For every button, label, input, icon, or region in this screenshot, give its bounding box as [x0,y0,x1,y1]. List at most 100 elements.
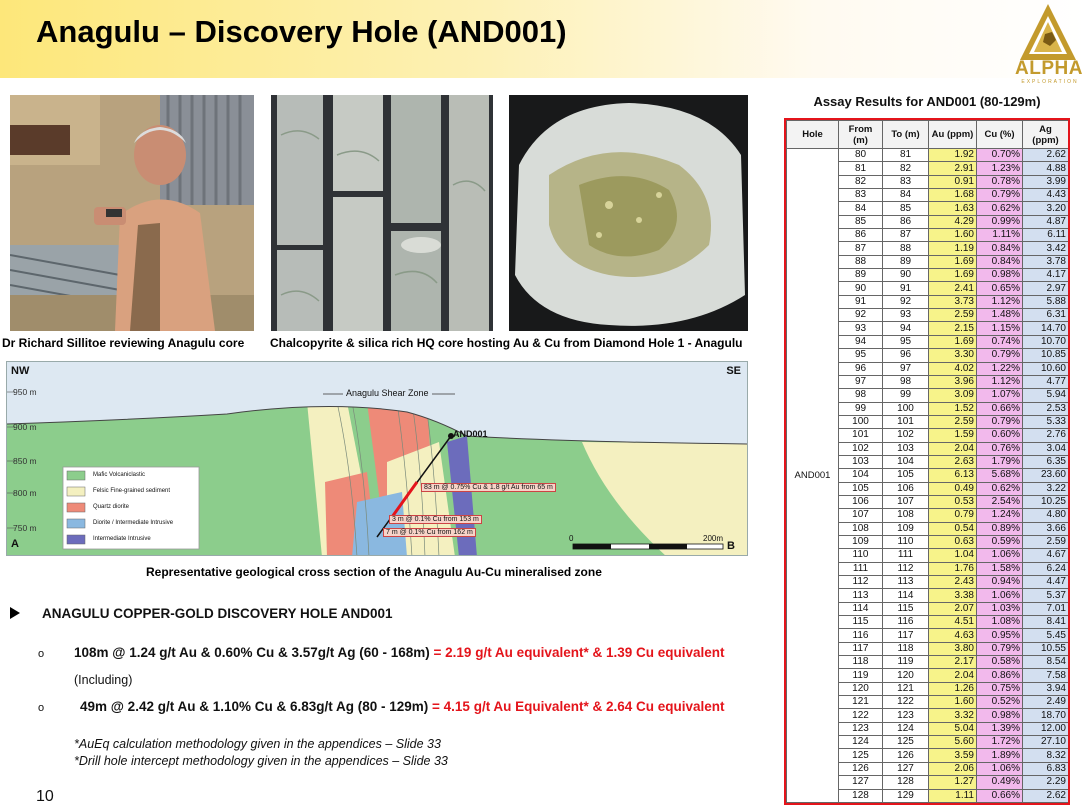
cu-cell: 1.12% [976,374,1023,390]
ag-cell: 3.22 [1022,481,1068,496]
cu-cell: 0.79% [976,641,1023,657]
photo-chalcopyrite-specimen [509,95,748,331]
au-cell: 2.41 [928,281,977,296]
from-cell: 121 [838,695,883,710]
to-cell: 123 [882,708,929,723]
circle-bullet-icon: o [38,702,45,714]
to-cell: 103 [882,441,929,456]
ag-cell: 10.70 [1022,334,1068,350]
au-cell: 1.76 [928,561,977,577]
to-cell: 114 [882,588,929,603]
to-cell: 104 [882,454,929,470]
to-cell: 128 [882,775,929,790]
cross-section-caption: Representative geological cross section … [146,565,602,579]
cu-cell: 1.12% [976,294,1023,310]
cu-cell: 1.03% [976,601,1023,617]
cu-cell: 0.70% [976,147,1023,163]
from-cell: 87 [838,241,883,256]
au-cell: 1.69 [928,334,977,350]
cu-cell: 0.74% [976,334,1023,350]
legend-label-diorite: Diorite / Intermediate Intrusive [93,520,174,526]
au-cell: 1.68 [928,188,977,203]
to-cell: 119 [882,655,929,670]
to-cell: 127 [882,761,929,777]
ag-cell: 6.31 [1022,308,1068,323]
au-cell: 0.79 [928,508,977,523]
ag-cell: 6.35 [1022,454,1068,470]
ag-cell: 2.76 [1022,428,1068,443]
cu-cell: 1.06% [976,761,1023,777]
ag-cell: 2.49 [1022,695,1068,710]
to-cell: 88 [882,241,929,256]
to-cell: 112 [882,561,929,577]
to-cell: 110 [882,534,929,550]
ag-cell: 7.58 [1022,668,1068,683]
result-1-text: 108m @ 1.24 g/t Au & 0.60% Cu & 3.57g/t … [74,645,430,660]
au-cell: 3.73 [928,294,977,310]
to-cell: 91 [882,281,929,296]
ag-cell: 6.11 [1022,228,1068,243]
ag-cell: 3.66 [1022,521,1068,536]
au-cell: 1.26 [928,681,977,697]
from-cell: 85 [838,214,883,230]
au-cell: 0.54 [928,521,977,536]
au-cell: 0.63 [928,534,977,550]
au-cell: 1.59 [928,428,977,443]
to-cell: 83 [882,174,929,190]
from-cell: 114 [838,601,883,617]
cu-cell: 1.48% [976,308,1023,323]
from-cell: 112 [838,574,883,590]
including-label: (Including) [74,673,133,687]
result-line-2: 49m @ 2.42 g/t Au & 1.10% Cu & 6.83g/t A… [80,699,725,714]
assay-table-frame: Hole From (m) To (m) Au (ppm) Cu (%) Ag … [784,118,1070,805]
ag-cell: 12.00 [1022,721,1068,737]
from-cell: 81 [838,161,883,176]
photo-caption-1: Dr Richard Sillitoe reviewing Anagulu co… [2,336,245,350]
shear-zone-label: Anagulu Shear Zone [343,388,432,398]
table-row: AND001 80 81 1.92 0.70% 2.62 [786,147,1068,803]
to-cell: 98 [882,374,929,390]
au-cell: 5.04 [928,721,977,737]
au-cell: 4.02 [928,361,977,376]
cu-cell: 0.84% [976,241,1023,256]
to-cell: 86 [882,214,929,230]
ag-cell: 5.94 [1022,388,1068,403]
from-cell: 93 [838,321,883,336]
au-cell: 2.63 [928,454,977,470]
au-cell: 3.96 [928,374,977,390]
discovery-heading: ANAGULU COPPER-GOLD DISCOVERY HOLE AND00… [10,606,393,621]
from-cell: 113 [838,588,883,603]
cu-cell: 0.78% [976,174,1023,190]
legend-label-quartz-diorite: Quartz diorite [93,504,130,510]
au-cell: 1.92 [928,147,977,163]
ag-cell: 5.33 [1022,414,1068,430]
ag-cell: 5.45 [1022,628,1068,643]
from-cell: 99 [838,401,883,416]
to-cell: 90 [882,268,929,283]
result-line-1: 108m @ 1.24 g/t Au & 0.60% Cu & 3.57g/t … [74,645,725,660]
scale-start-label: 0 [569,534,574,543]
ag-cell: 10.25 [1022,494,1068,510]
au-cell: 2.59 [928,414,977,430]
to-cell: 102 [882,428,929,443]
ag-cell: 4.87 [1022,214,1068,230]
from-cell: 97 [838,374,883,390]
cu-cell: 0.79% [976,188,1023,203]
legend-label-mafic: Mafic Volcaniclastic [93,472,146,478]
cu-cell: 0.98% [976,268,1023,283]
cu-cell: 0.66% [976,788,1023,803]
to-cell: 99 [882,388,929,403]
cu-cell: 2.54% [976,494,1023,510]
cu-cell: 1.72% [976,735,1023,750]
au-cell: 1.60 [928,695,977,710]
to-cell: 92 [882,294,929,310]
from-cell: 109 [838,534,883,550]
ag-cell: 3.94 [1022,681,1068,697]
ag-cell: 23.60 [1022,468,1068,483]
nw-label: NW [11,365,30,377]
cu-cell: 1.79% [976,454,1023,470]
from-cell: 106 [838,494,883,510]
to-cell: 129 [882,788,929,803]
to-cell: 100 [882,401,929,416]
cu-cell: 1.39% [976,721,1023,737]
